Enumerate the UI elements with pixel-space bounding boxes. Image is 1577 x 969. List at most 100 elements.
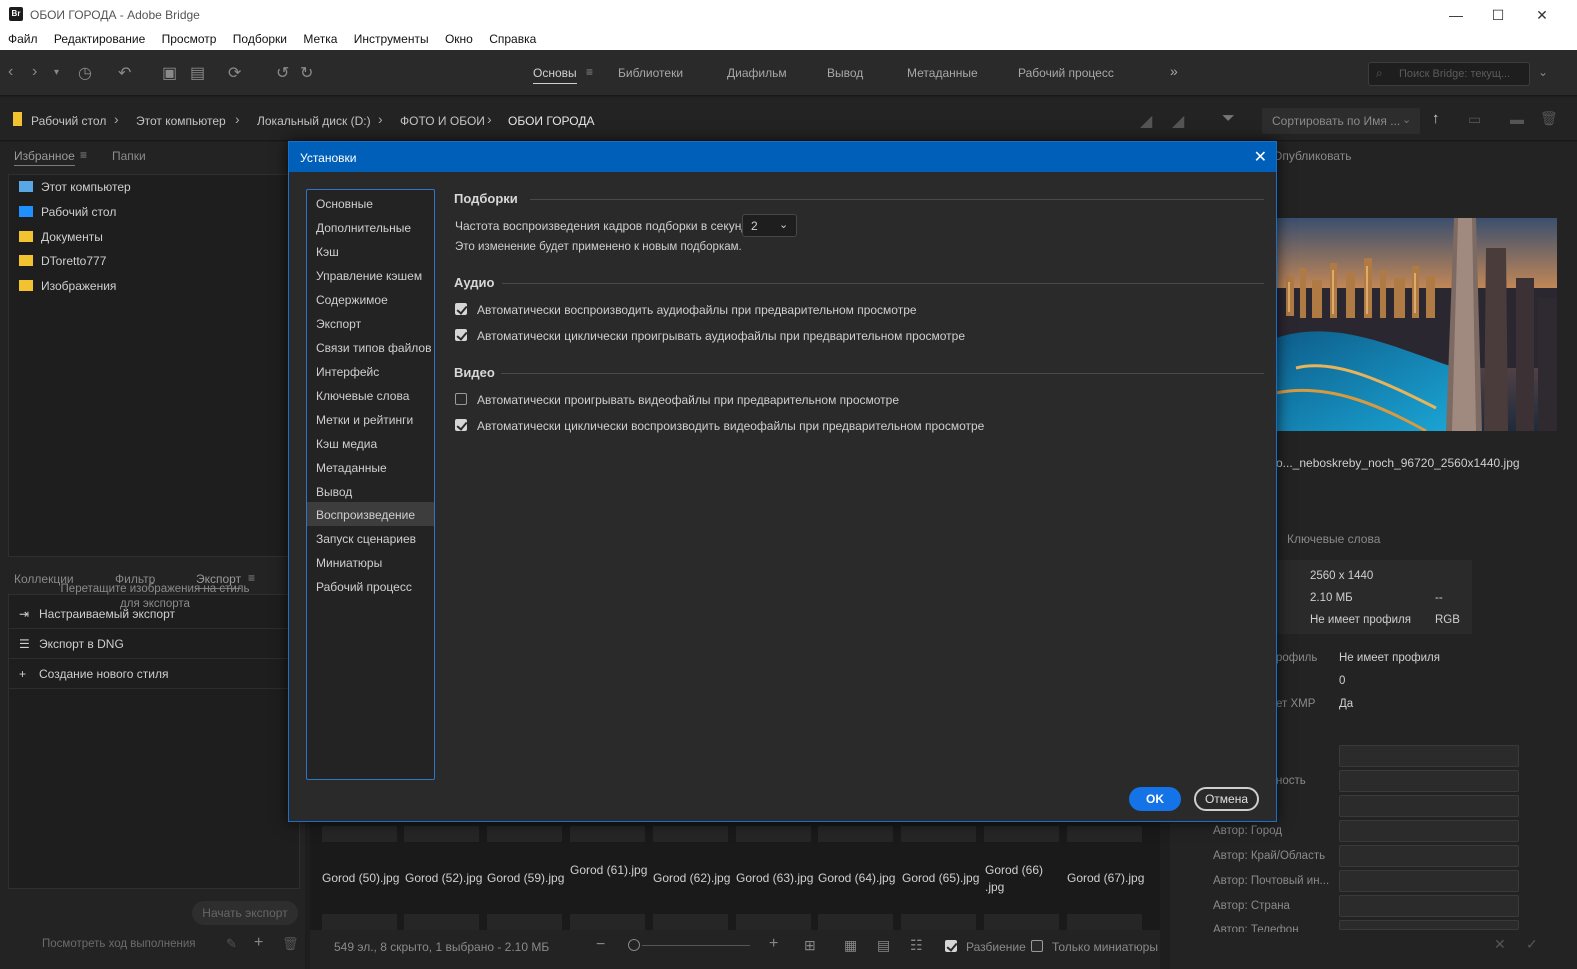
menu-file[interactable]: Файл bbox=[8, 30, 38, 46]
thumbnails-only-checkbox[interactable] bbox=[1031, 940, 1043, 952]
chevron-down-icon[interactable]: ▾ bbox=[54, 67, 59, 78]
video-loop-checkbox[interactable] bbox=[455, 419, 467, 431]
author-city-input[interactable] bbox=[1339, 820, 1519, 842]
menu-label[interactable]: Метка bbox=[303, 30, 337, 46]
filter-icon[interactable]: ⏷ bbox=[1222, 110, 1235, 128]
author-country-input[interactable] bbox=[1339, 895, 1519, 917]
rotate-left-icon[interactable]: ↺ bbox=[276, 63, 289, 83]
back-icon[interactable]: ‹ bbox=[8, 63, 13, 81]
category-file-type-associations[interactable]: Связи типов файлов bbox=[307, 335, 434, 359]
favorite-this-pc[interactable]: Этот компьютер bbox=[19, 180, 131, 194]
thumbnail[interactable] bbox=[818, 914, 893, 930]
details-view-icon[interactable]: ▤ bbox=[877, 937, 890, 954]
maximize-button[interactable]: ☐ bbox=[1475, 0, 1521, 30]
favorite-pictures[interactable]: Изображения bbox=[19, 279, 116, 293]
rotate-right-icon[interactable]: ↻ bbox=[300, 63, 313, 83]
fps-select[interactable]: 2 bbox=[742, 214, 797, 237]
breadcrumb-this-pc[interactable]: Этот компьютер bbox=[136, 114, 226, 128]
delete-icon[interactable]: 🗑 bbox=[282, 936, 299, 952]
tab-favorites[interactable]: Избранное bbox=[14, 149, 75, 166]
audio-loop-checkbox[interactable] bbox=[455, 329, 467, 341]
forward-icon[interactable]: › bbox=[32, 63, 37, 81]
grid-lock-icon[interactable]: ⊞ bbox=[804, 937, 816, 954]
export-new-preset[interactable]: + Создание нового стиля bbox=[9, 659, 299, 689]
metadata-input[interactable] bbox=[1339, 745, 1519, 767]
category-cache-management[interactable]: Управление кэшем bbox=[307, 263, 434, 287]
author-phone-input[interactable] bbox=[1339, 920, 1519, 930]
thumbnail-caption[interactable]: Gorod (50).jpg bbox=[322, 870, 399, 887]
author-postal-input[interactable] bbox=[1339, 870, 1519, 892]
thumbnail-caption[interactable]: Gorod (52).jpg bbox=[405, 870, 482, 887]
zoom-slider-handle[interactable] bbox=[628, 939, 640, 951]
category-playback[interactable]: Воспроизведение bbox=[307, 502, 434, 526]
favorite-user[interactable]: DToretto777 bbox=[19, 254, 106, 268]
audio-autoplay-checkbox[interactable] bbox=[455, 303, 467, 315]
category-advanced[interactable]: Дополнительные bbox=[307, 215, 434, 239]
split-checkbox[interactable] bbox=[945, 940, 957, 952]
view-progress-link[interactable]: Посмотреть ход выполнения bbox=[42, 938, 195, 950]
thumbnail[interactable] bbox=[1067, 826, 1142, 842]
category-cache[interactable]: Кэш bbox=[307, 239, 434, 263]
workspace-tab-libraries[interactable]: Библиотеки bbox=[618, 66, 683, 80]
start-export-button[interactable]: Начать экспорт bbox=[192, 901, 298, 925]
cancel-metadata-icon[interactable]: ✕ bbox=[1494, 936, 1506, 953]
author-region-input[interactable] bbox=[1339, 845, 1519, 867]
edit-icon[interactable]: ✎ bbox=[226, 936, 237, 952]
sort-direction-icon[interactable]: ↑ bbox=[1432, 110, 1440, 127]
thumbnail-caption[interactable]: Gorod (67).jpg bbox=[1067, 870, 1144, 887]
breadcrumb-current[interactable]: ОБОИ ГОРОДА bbox=[508, 114, 594, 128]
category-startup-scripts[interactable]: Запуск сценариев bbox=[307, 526, 434, 550]
category-thumbnails[interactable]: Миниатюры bbox=[307, 550, 434, 574]
category-interface[interactable]: Интерфейс bbox=[307, 359, 434, 383]
thumbnail[interactable] bbox=[984, 826, 1059, 842]
preview-image[interactable] bbox=[1276, 218, 1557, 431]
quality-icon[interactable]: ◢ bbox=[1140, 111, 1152, 131]
menu-window[interactable]: Окно bbox=[445, 30, 473, 46]
workspace-tab-filmstrip[interactable]: Диафильм bbox=[727, 66, 787, 80]
search-options-chevron-icon[interactable]: ⌄ bbox=[1538, 65, 1548, 79]
thumbnail[interactable] bbox=[984, 914, 1059, 930]
add-preset-icon[interactable]: + bbox=[254, 934, 263, 952]
panel-menu-icon[interactable]: ≡ bbox=[80, 148, 87, 162]
thumbnail-view-icon[interactable]: ▦ bbox=[844, 937, 857, 954]
video-autoplay-checkbox[interactable] bbox=[455, 393, 467, 405]
thumbnail[interactable] bbox=[404, 914, 479, 930]
ok-button[interactable]: OK bbox=[1129, 787, 1181, 811]
breadcrumb-desktop[interactable]: Рабочий стол bbox=[31, 114, 106, 128]
workspace-tab-output[interactable]: Вывод bbox=[827, 66, 863, 80]
metadata-input[interactable] bbox=[1339, 795, 1519, 817]
thumbnail-caption[interactable]: Gorod (65).jpg bbox=[902, 870, 979, 887]
menu-tools[interactable]: Инструменты bbox=[354, 30, 429, 46]
thumbnail[interactable] bbox=[570, 826, 645, 842]
thumbnail[interactable] bbox=[487, 914, 562, 930]
thumbnail-caption[interactable]: Gorod (64).jpg bbox=[818, 870, 895, 887]
metadata-input[interactable] bbox=[1339, 770, 1519, 792]
return-icon[interactable]: ↶ bbox=[118, 63, 131, 83]
thumbnail[interactable] bbox=[487, 826, 562, 842]
open-recent-icon[interactable]: ⟳ bbox=[228, 63, 241, 83]
category-export[interactable]: Экспорт bbox=[307, 311, 434, 335]
recent-history-icon[interactable]: ◷ bbox=[78, 63, 92, 83]
zoom-out-icon[interactable]: − bbox=[596, 936, 605, 954]
close-icon[interactable]: ✕ bbox=[1254, 147, 1267, 167]
tab-folders[interactable]: Папки bbox=[112, 149, 146, 163]
thumbnail[interactable] bbox=[404, 826, 479, 842]
favorite-documents[interactable]: Документы bbox=[19, 230, 103, 244]
category-labels-ratings[interactable]: Метки и рейтинги bbox=[307, 407, 434, 431]
category-general[interactable]: Основные bbox=[307, 191, 434, 215]
camera-import-icon[interactable]: ▣ bbox=[162, 63, 177, 83]
tab-publish[interactable]: Опубликовать bbox=[1273, 149, 1351, 163]
thumbnail[interactable] bbox=[570, 914, 645, 930]
thumbnail-caption[interactable]: Gorod (63).jpg bbox=[736, 870, 813, 887]
thumbnail-caption[interactable]: Gorod (61).jpg bbox=[570, 862, 647, 879]
trash-icon[interactable]: 🗑 bbox=[1540, 110, 1558, 127]
category-keywords[interactable]: Ключевые слова bbox=[307, 383, 434, 407]
zoom-slider-track[interactable] bbox=[642, 945, 750, 946]
workspace-menu-icon[interactable]: ≡ bbox=[586, 65, 593, 79]
zoom-in-icon[interactable]: + bbox=[769, 935, 778, 953]
category-media-cache[interactable]: Кэш медиа bbox=[307, 431, 434, 455]
sort-select[interactable]: Сортировать по Имя ... bbox=[1262, 108, 1420, 134]
thumbnail[interactable] bbox=[818, 826, 893, 842]
menu-help[interactable]: Справка bbox=[489, 30, 536, 46]
category-workflow[interactable]: Рабочий процесс bbox=[307, 574, 434, 598]
